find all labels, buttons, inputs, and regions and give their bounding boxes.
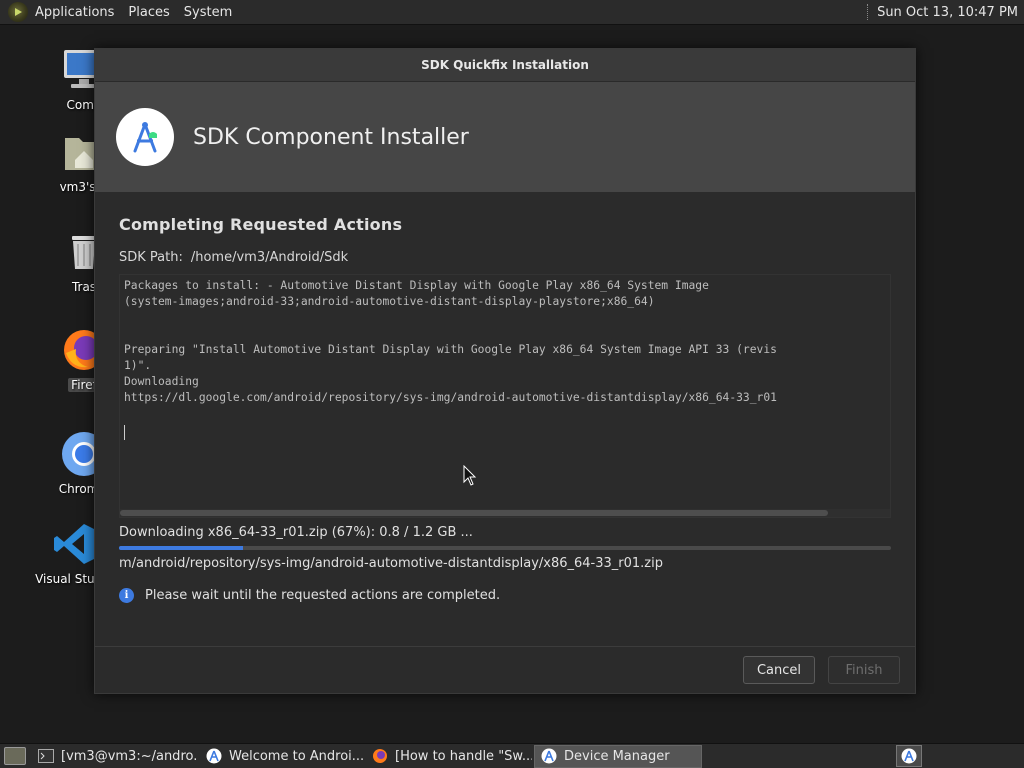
horizontal-scrollbar[interactable] [120,509,890,517]
dialog-title: SDK Quickfix Installation [421,58,589,72]
system-menu[interactable]: System [177,0,239,25]
header-title: SDK Component Installer [193,124,469,150]
taskbar-item-android-studio-welcome[interactable]: Welcome to Androi... [200,745,364,768]
console-output[interactable]: Packages to install: - Automotive Distan… [119,274,891,518]
taskbar-item-terminal[interactable]: [vm3@vm3:~/andro... [32,745,198,768]
dialog-titlebar[interactable]: SDK Quickfix Installation [95,49,915,82]
android-studio-icon [116,108,174,166]
dialog-content: Completing Requested Actions SDK Path: /… [95,215,915,265]
info-message: i Please wait until the requested action… [119,588,500,603]
clock[interactable]: Sun Oct 13, 10:47 PM [877,5,1024,20]
section-title: Completing Requested Actions [119,215,403,234]
dialog-header: SDK Component Installer [95,82,915,192]
taskbar-item-label: Device Manager [564,748,670,764]
progress-status-text: Downloading x86_64-33_r01.zip (67%): 0.8… [119,525,473,540]
text-caret [124,425,125,440]
taskbar: [vm3@vm3:~/andro... Welcome to Androi...… [0,743,1024,768]
sdk-path-value: /home/vm3/Android/Sdk [190,250,349,265]
android-studio-icon [541,748,557,764]
sdk-path-label: SDK Path: [119,250,183,265]
taskbar-item-label: Welcome to Androi... [229,748,364,764]
cancel-button[interactable]: Cancel [743,656,815,684]
mouse-pointer-icon [463,465,477,486]
firefox-icon [372,748,388,764]
download-file-url: m/android/repository/sys-img/android-aut… [119,556,663,571]
show-desktop-icon[interactable] [4,747,26,765]
panel-separator [867,4,869,20]
distro-logo-icon[interactable] [8,2,28,22]
applications-menu[interactable]: Applications [28,0,121,25]
taskbar-item-label: [vm3@vm3:~/andro... [61,748,198,764]
sdk-quickfix-dialog: SDK Quickfix Installation SDK Component … [94,48,916,694]
info-icon: i [119,588,134,603]
taskbar-item-label: [How to handle "Sw... [395,748,532,764]
footer-divider [95,646,915,647]
progress-bar [119,546,891,550]
info-text: Please wait until the requested actions … [145,588,501,603]
terminal-icon [38,748,54,764]
scrollbar-thumb[interactable] [120,510,828,516]
places-menu[interactable]: Places [121,0,176,25]
progress-bar-fill [119,546,243,550]
console-text: Packages to install: - Automotive Distan… [124,279,777,404]
sdk-path-row: SDK Path: /home/vm3/Android/Sdk [119,250,891,265]
vscode-icon [50,520,98,568]
taskbar-item-firefox[interactable]: [How to handle "Sw... [366,745,532,768]
top-panel: Applications Places System Sun Oct 13, 1… [0,0,1024,25]
tray-android-studio-icon[interactable] [896,745,922,767]
android-studio-icon [206,748,222,764]
finish-button[interactable]: Finish [828,656,900,684]
taskbar-item-device-manager[interactable]: Device Manager [534,744,702,768]
